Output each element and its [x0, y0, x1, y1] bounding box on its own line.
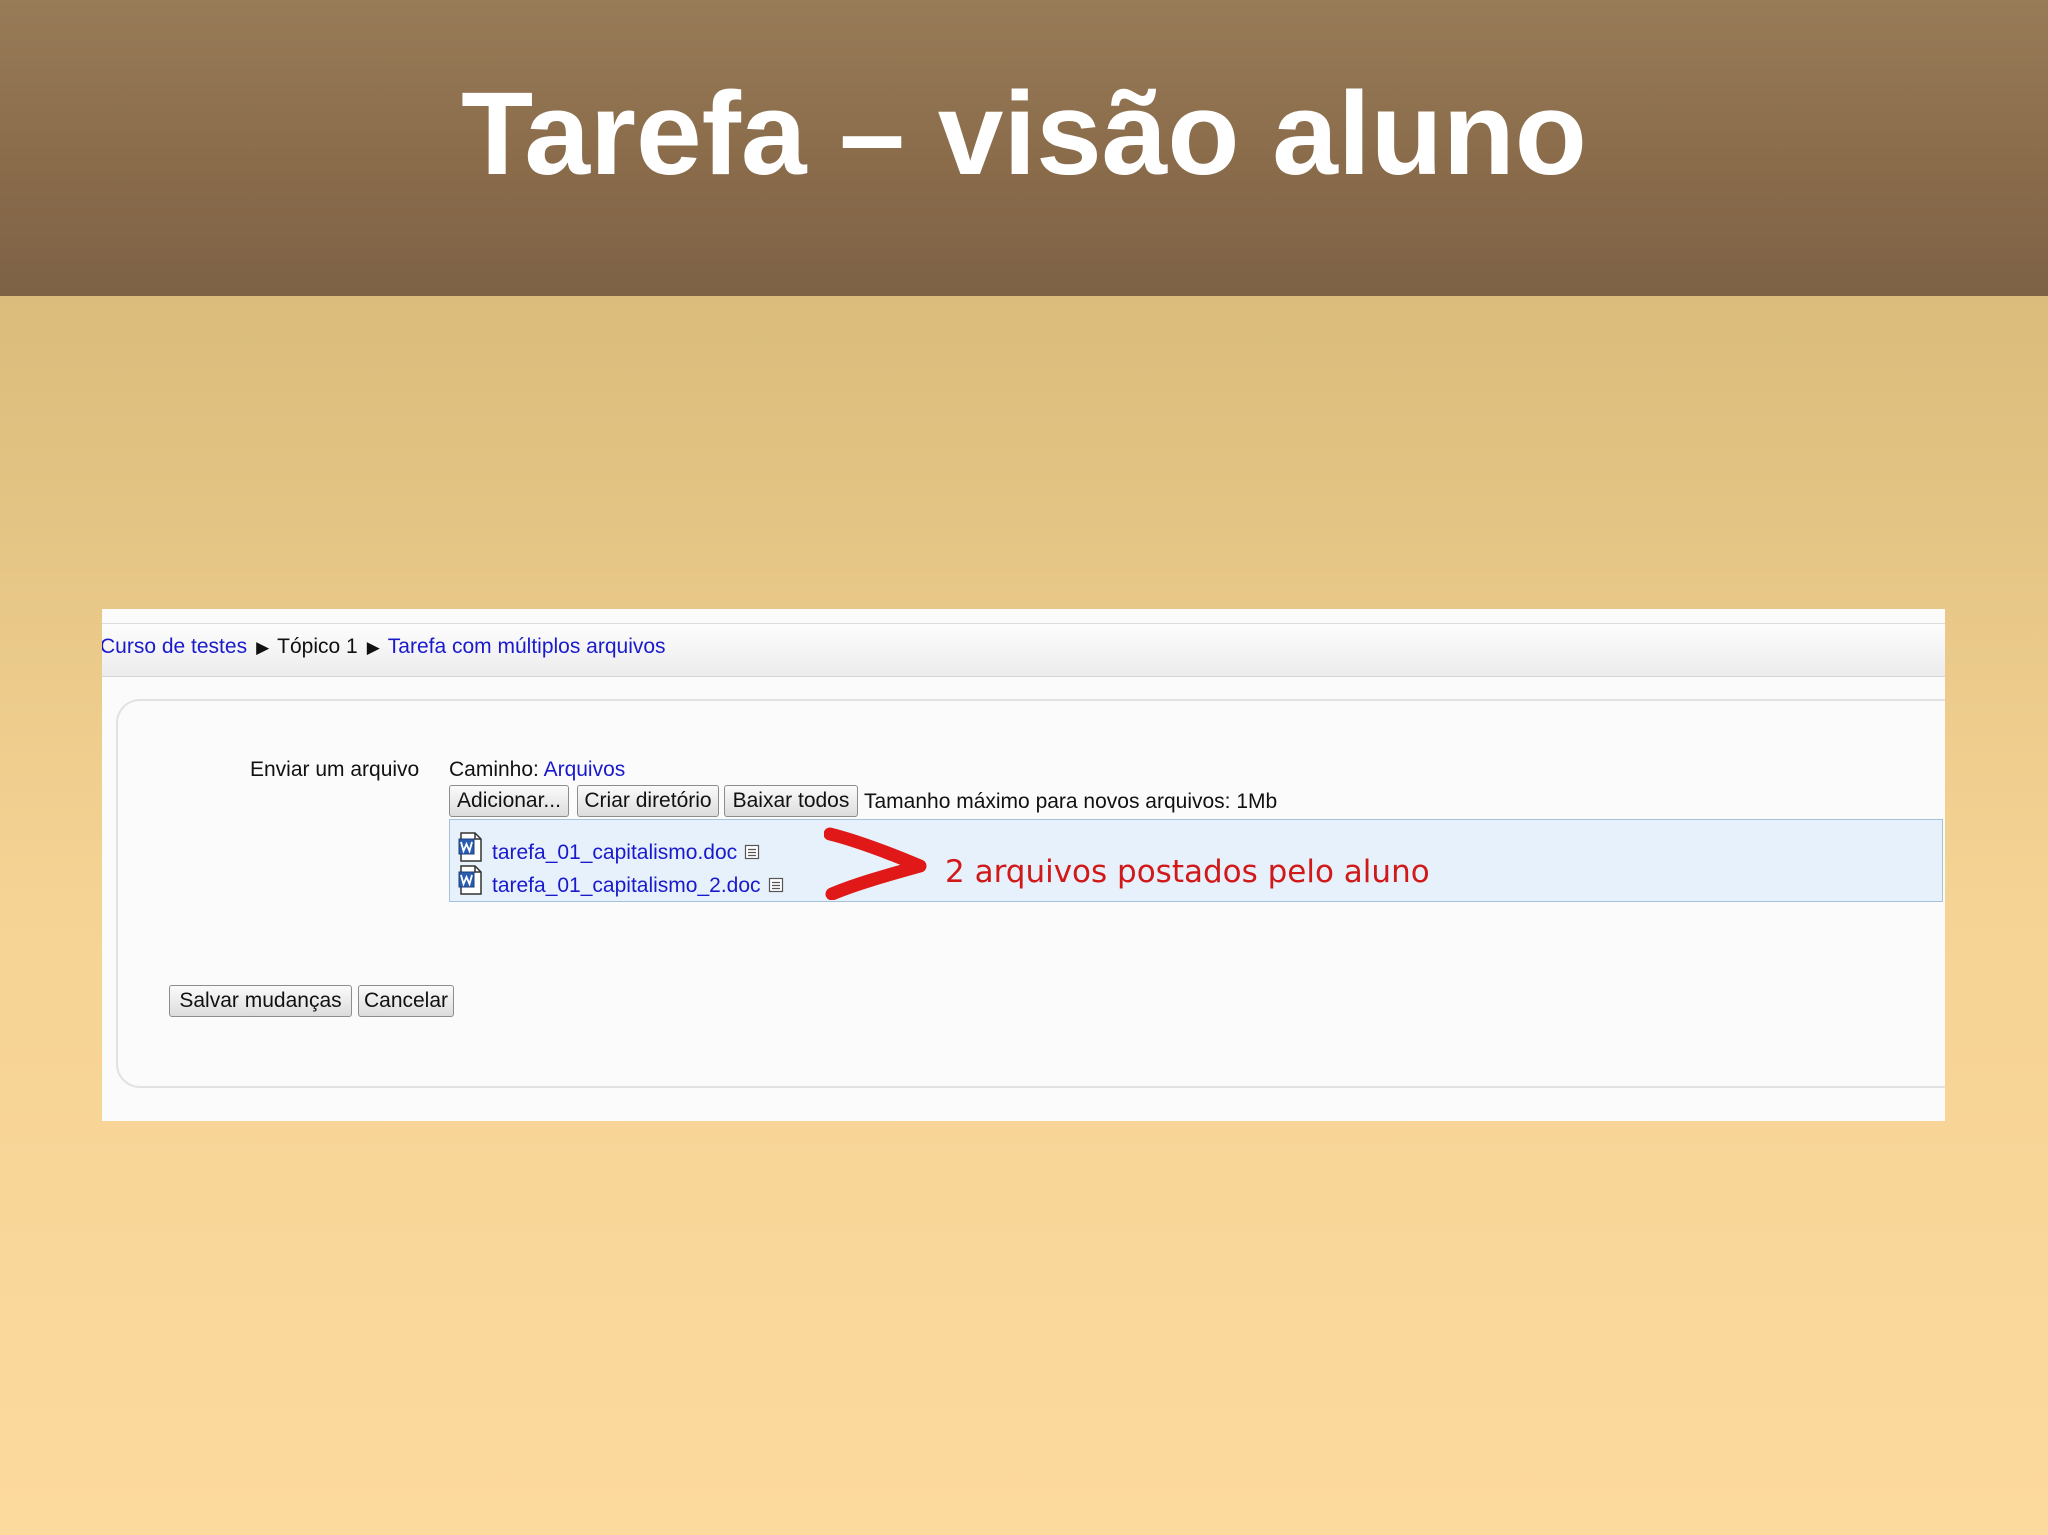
breadcrumb-topic: Tópico 1 — [277, 635, 358, 658]
add-file-button[interactable]: Adicionar... — [449, 785, 569, 817]
breadcrumb-course-link[interactable]: Curso de testes — [102, 635, 247, 658]
path-label-text: Caminho: — [449, 758, 539, 781]
word-doc-icon — [458, 832, 482, 862]
annotation-text: 2 arquivos postados pelo aluno — [945, 854, 1430, 890]
file-rename-icon[interactable] — [768, 877, 784, 893]
download-all-button[interactable]: Baixar todos — [724, 785, 858, 817]
breadcrumb: Curso de testes ▶ Tópico 1 ▶ Tarefa com múlt… — [102, 634, 666, 661]
path-link-files[interactable]: Arquivos — [544, 758, 626, 781]
path-label: Caminho: Arquivos — [449, 757, 625, 783]
cancel-button[interactable]: Cancelar — [358, 985, 454, 1017]
max-file-size-text: Tamanho máximo para novos arquivos: 1Mb — [864, 790, 1278, 813]
word-doc-icon — [458, 865, 482, 895]
file-rename-icon[interactable] — [744, 844, 760, 860]
upload-field-label: Enviar um arquivo — [250, 758, 420, 781]
create-directory-button[interactable]: Criar diretório — [577, 785, 719, 817]
file-link[interactable]: tarefa_01_capitalismo_2.doc — [492, 873, 761, 899]
save-changes-button[interactable]: Salvar mudanças — [169, 985, 352, 1017]
breadcrumb-assignment-link[interactable]: Tarefa com múltiplos arquivos — [388, 635, 666, 658]
breadcrumb-separator-icon: ▶ — [256, 638, 270, 657]
breadcrumb-separator-icon: ▶ — [366, 638, 380, 657]
slide-title: Tarefa – visão aluno — [461, 68, 1587, 200]
annotation-arrow-icon — [824, 827, 927, 900]
file-link[interactable]: tarefa_01_capitalismo.doc — [492, 840, 737, 866]
